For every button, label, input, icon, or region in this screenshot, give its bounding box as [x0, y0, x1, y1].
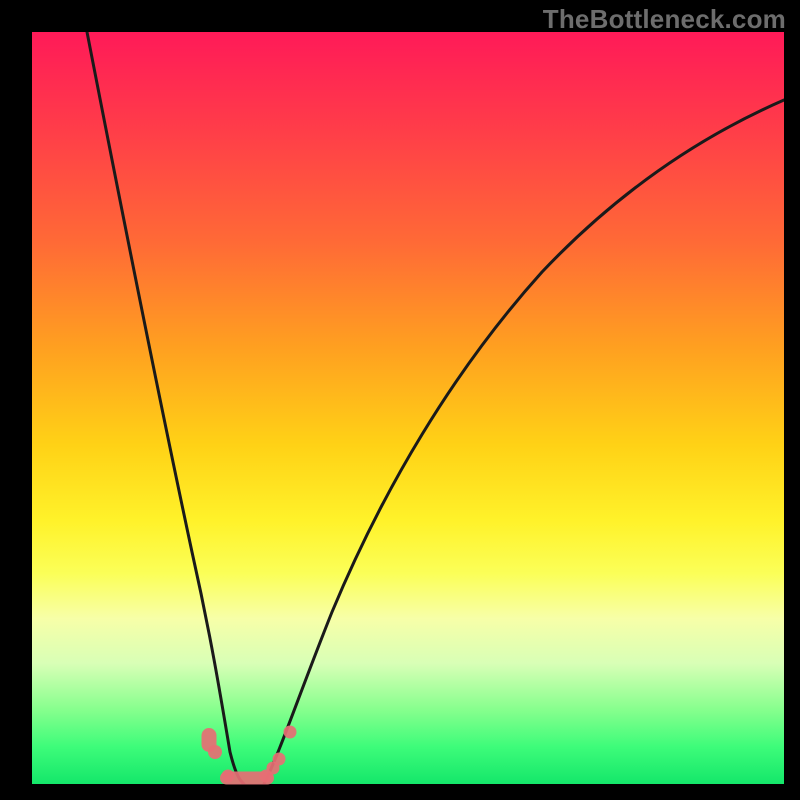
- marker-dot-5: [273, 753, 286, 766]
- watermark-text: TheBottleneck.com: [543, 4, 786, 35]
- chart-frame: TheBottleneck.com: [0, 0, 800, 800]
- curve-left: [87, 32, 244, 784]
- marker-dot-1: [208, 745, 222, 759]
- marker-dot-2: [222, 770, 235, 783]
- marker-dot-6: [284, 726, 297, 739]
- curve-right: [264, 100, 784, 784]
- bottleneck-curve: [32, 32, 784, 784]
- plot-area: [32, 32, 784, 784]
